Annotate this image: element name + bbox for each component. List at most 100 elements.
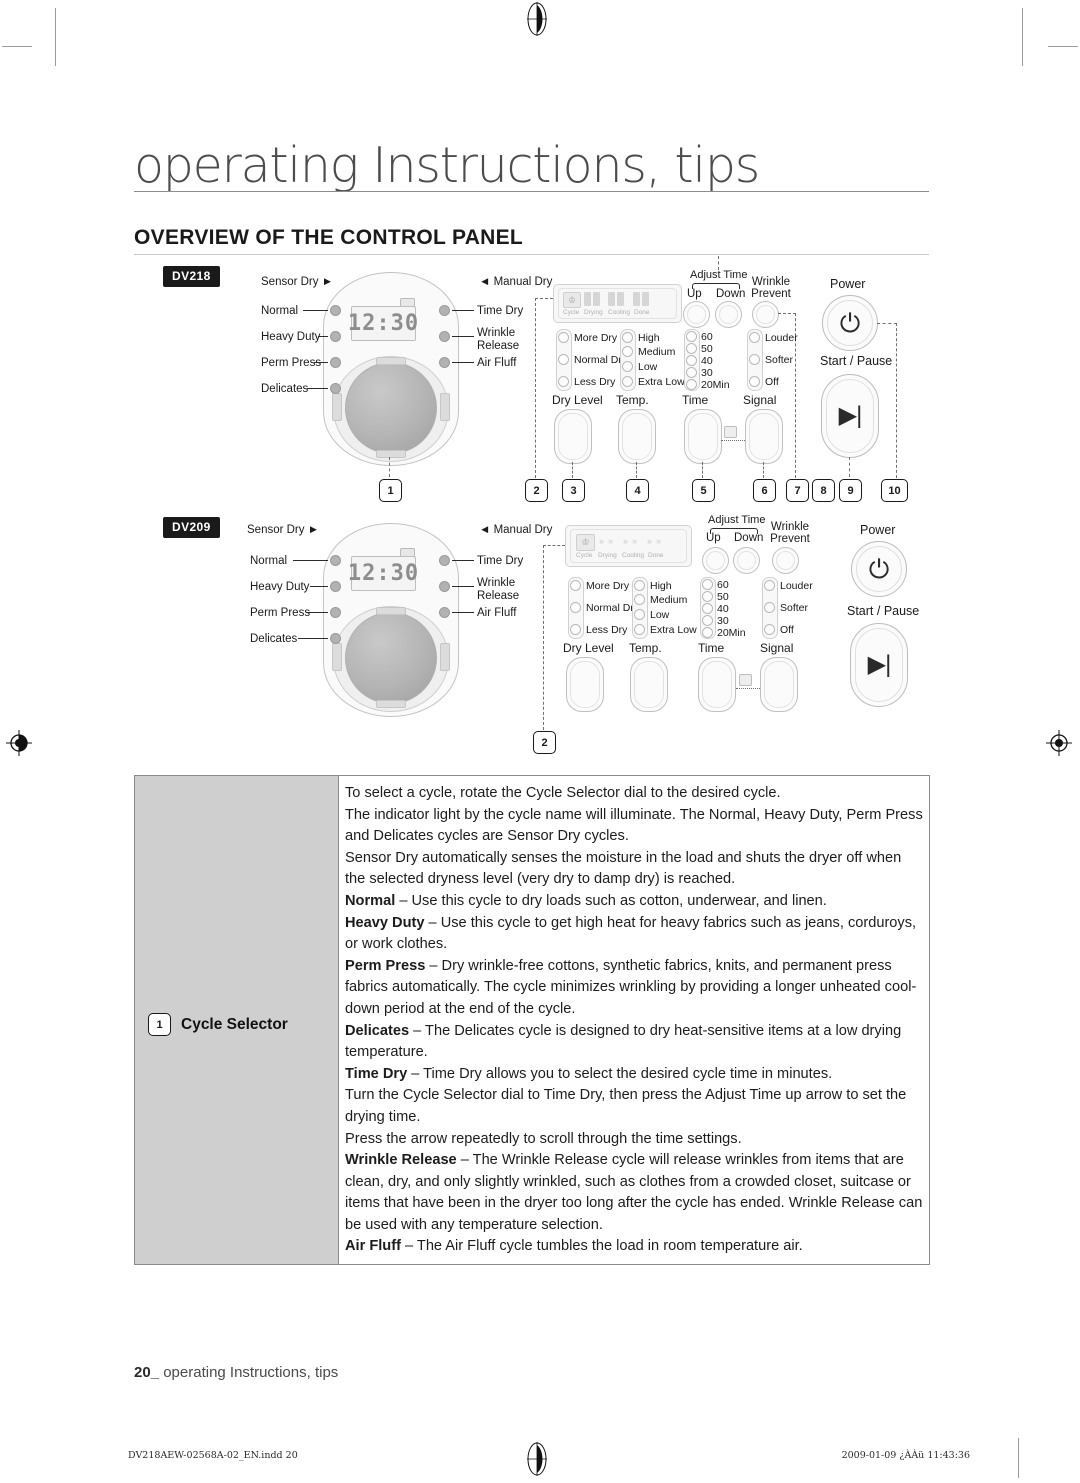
led-perm-press-dv209	[330, 607, 341, 618]
dial-tick-bottom-dv209	[376, 700, 406, 708]
status-chevron-3: »	[623, 536, 629, 546]
callout-2-dv209: 2	[533, 731, 556, 754]
power-icon-dv218: ⏻	[839, 308, 861, 338]
print-file-name: DV218AEW-02568A-02_EN.indd 20	[128, 1450, 298, 1461]
desc-text-5: – Use this cycle to get high heat for he…	[345, 914, 917, 953]
manual-dry-header-dv209: ◄ Manual Dry	[479, 524, 553, 536]
desc-lead-6: Perm Press	[345, 957, 426, 974]
sensor-dry-header-dv209: Sensor Dry ►	[247, 524, 320, 536]
play-pause-icon-dv209: ▶|	[867, 651, 892, 678]
led-normal-dv209	[330, 555, 341, 566]
print-timestamp: 2009-01-09 ¿ÀÀü 11:43:36	[841, 1450, 970, 1461]
status-chevron-1: »	[599, 536, 605, 546]
leader-time-dry-dv209	[452, 560, 474, 561]
led-louder-dv209	[764, 580, 775, 591]
release-label-dv209: Release	[477, 589, 520, 602]
cycle-label-time-dry-dv209: Time Dry	[477, 555, 524, 567]
time-button-dv209[interactable]	[698, 657, 736, 712]
status-chevron-5: »	[647, 536, 653, 546]
led-off-dv209	[764, 624, 775, 635]
signal-title-dv209: Signal	[760, 641, 794, 655]
signal-button-dv209[interactable]	[760, 657, 798, 712]
table-column-divider	[338, 775, 339, 1265]
table-top-rule	[134, 775, 930, 776]
led-wrinkle-release-dv209	[439, 581, 450, 592]
temp-title-dv209: Temp.	[629, 641, 662, 655]
desc-text-6: – Dry wrinkle-free cottons, synthetic fa…	[345, 957, 917, 1017]
power-button-dv209[interactable]: ⏻	[851, 541, 907, 597]
power-label-dv209: Power	[860, 523, 896, 537]
option-time-60-dv209: 60	[717, 579, 729, 591]
led-delicates-dv209	[330, 633, 341, 644]
registration-mark-bottom	[526, 1442, 548, 1476]
leader-normal-dv209	[293, 560, 328, 561]
desc-text-8: – Time Dry allows you to select the desi…	[407, 1065, 833, 1082]
leader-status-bar-dv209	[543, 545, 565, 546]
led-time-50-dv209	[702, 591, 713, 602]
led-heavy-duty-dv209	[330, 581, 341, 592]
desc-text-10: Press the arrow repeatedly to scroll thr…	[345, 1130, 742, 1147]
option-more-dry-dv209: More Dry	[586, 580, 630, 592]
led-time-60-dv209	[702, 579, 713, 590]
led-softer-dv209	[764, 602, 775, 613]
status-chevron-2: »	[608, 536, 614, 546]
wrinkle-prevent-label-dv209: Wrinkle Prevent	[766, 521, 814, 545]
led-low-dv209	[634, 609, 645, 620]
cycle-selector-row-label: 1 Cycle Selector	[148, 1013, 288, 1036]
adjust-time-up-button-dv209[interactable]	[702, 547, 729, 574]
leader-perm-press-dv209	[306, 612, 328, 613]
temp-button-dv209[interactable]	[630, 657, 668, 712]
leader-heavy-duty-dv209	[310, 586, 328, 587]
start-pause-label-dv209: Start / Pause	[847, 604, 920, 618]
led-time-30-dv209	[702, 615, 713, 626]
status-label-drying-dv209: Drying	[598, 552, 617, 559]
desc-lead-12: Air Fluff	[345, 1238, 401, 1255]
wrinkle-prevent-line1-dv209: Wrinkle	[770, 521, 810, 533]
table-bottom-rule	[134, 1264, 930, 1265]
cycle-label-heavy-duty-dv209: Heavy Duty	[250, 581, 310, 593]
desc-lead-4: Normal	[345, 892, 396, 909]
desc-lead-11: Wrinkle Release	[345, 1152, 457, 1169]
start-pause-button-dv209[interactable]: ▶|	[850, 623, 908, 707]
led-more-dry-dv209	[570, 580, 581, 591]
wrinkle-prevent-button-dv209[interactable]	[772, 547, 799, 574]
play-pause-icon-dv218: ▶|	[838, 402, 863, 429]
cycle-label-wrinkle-release-dv209: Wrinkle Release	[477, 577, 519, 602]
desc-paragraph-11: Wrinkle Release – The Wrinkle Release cy…	[345, 1150, 925, 1236]
cycle-selector-label: Cycle Selector	[181, 1015, 288, 1033]
callout-1-table: 1	[148, 1013, 171, 1036]
desc-paragraph-2: The indicator light by the cycle name wi…	[345, 805, 925, 848]
option-off-dv209: Off	[780, 624, 794, 636]
desc-paragraph-8: Time Dry – Time Dry allows you to select…	[345, 1064, 925, 1086]
leader-wrinkle-release-dv209	[452, 586, 474, 587]
table-right-rule	[929, 775, 930, 1265]
desc-text-7: – The Delicates cycle is designed to dry…	[345, 1022, 902, 1061]
option-low-dv209: Low	[650, 609, 670, 621]
display-dv209: 12:30	[348, 556, 418, 591]
status-label-done-dv209: Done	[648, 552, 664, 559]
leader-status-bar-vert-dv209	[543, 545, 545, 730]
cycle-label-delicates-dv209: Delicates	[250, 633, 298, 645]
led-time-20min-dv209	[702, 627, 713, 638]
desc-paragraph-5: Heavy Duty – Use this cycle to get high …	[345, 913, 925, 956]
cycle-status-bar-dv209: ♔ » » » » » » Cycle Drying Cooling Done	[565, 525, 692, 567]
desc-lead-5: Heavy Duty	[345, 914, 425, 931]
power-icon-dv209: ⏻	[868, 554, 890, 584]
option-time-20min-dv209: 20Min	[717, 627, 746, 639]
led-time-dry-dv209	[439, 555, 450, 566]
cycle-label-perm-press-dv209: Perm Press	[250, 607, 311, 619]
led-high-dv209	[634, 580, 645, 591]
adjust-time-title-dv209: Adjust Time	[708, 514, 766, 526]
adjust-time-down-label-dv209: Down	[734, 532, 764, 544]
desc-paragraph-3: Sensor Dry automatically senses the mois…	[345, 848, 925, 891]
desc-text-1: To select a cycle, rotate the Cycle Sele…	[345, 785, 781, 801]
dry-level-button-dv209[interactable]	[566, 657, 604, 712]
desc-paragraph-6: Perm Press – Dry wrinkle-free cottons, s…	[345, 956, 925, 1021]
cycle-label-air-fluff-dv209: Air Fluff	[477, 607, 517, 619]
cycle-selector-dial-dv209[interactable]	[345, 612, 437, 704]
option-less-dry-dv209: Less Dry	[586, 624, 628, 636]
option-time-50-dv209: 50	[717, 591, 729, 603]
wrinkle-label-dv209: Wrinkle	[477, 577, 516, 589]
adjust-time-down-button-dv209[interactable]	[733, 547, 760, 574]
crop-mark-bottom-right-rule	[1018, 1438, 1019, 1478]
